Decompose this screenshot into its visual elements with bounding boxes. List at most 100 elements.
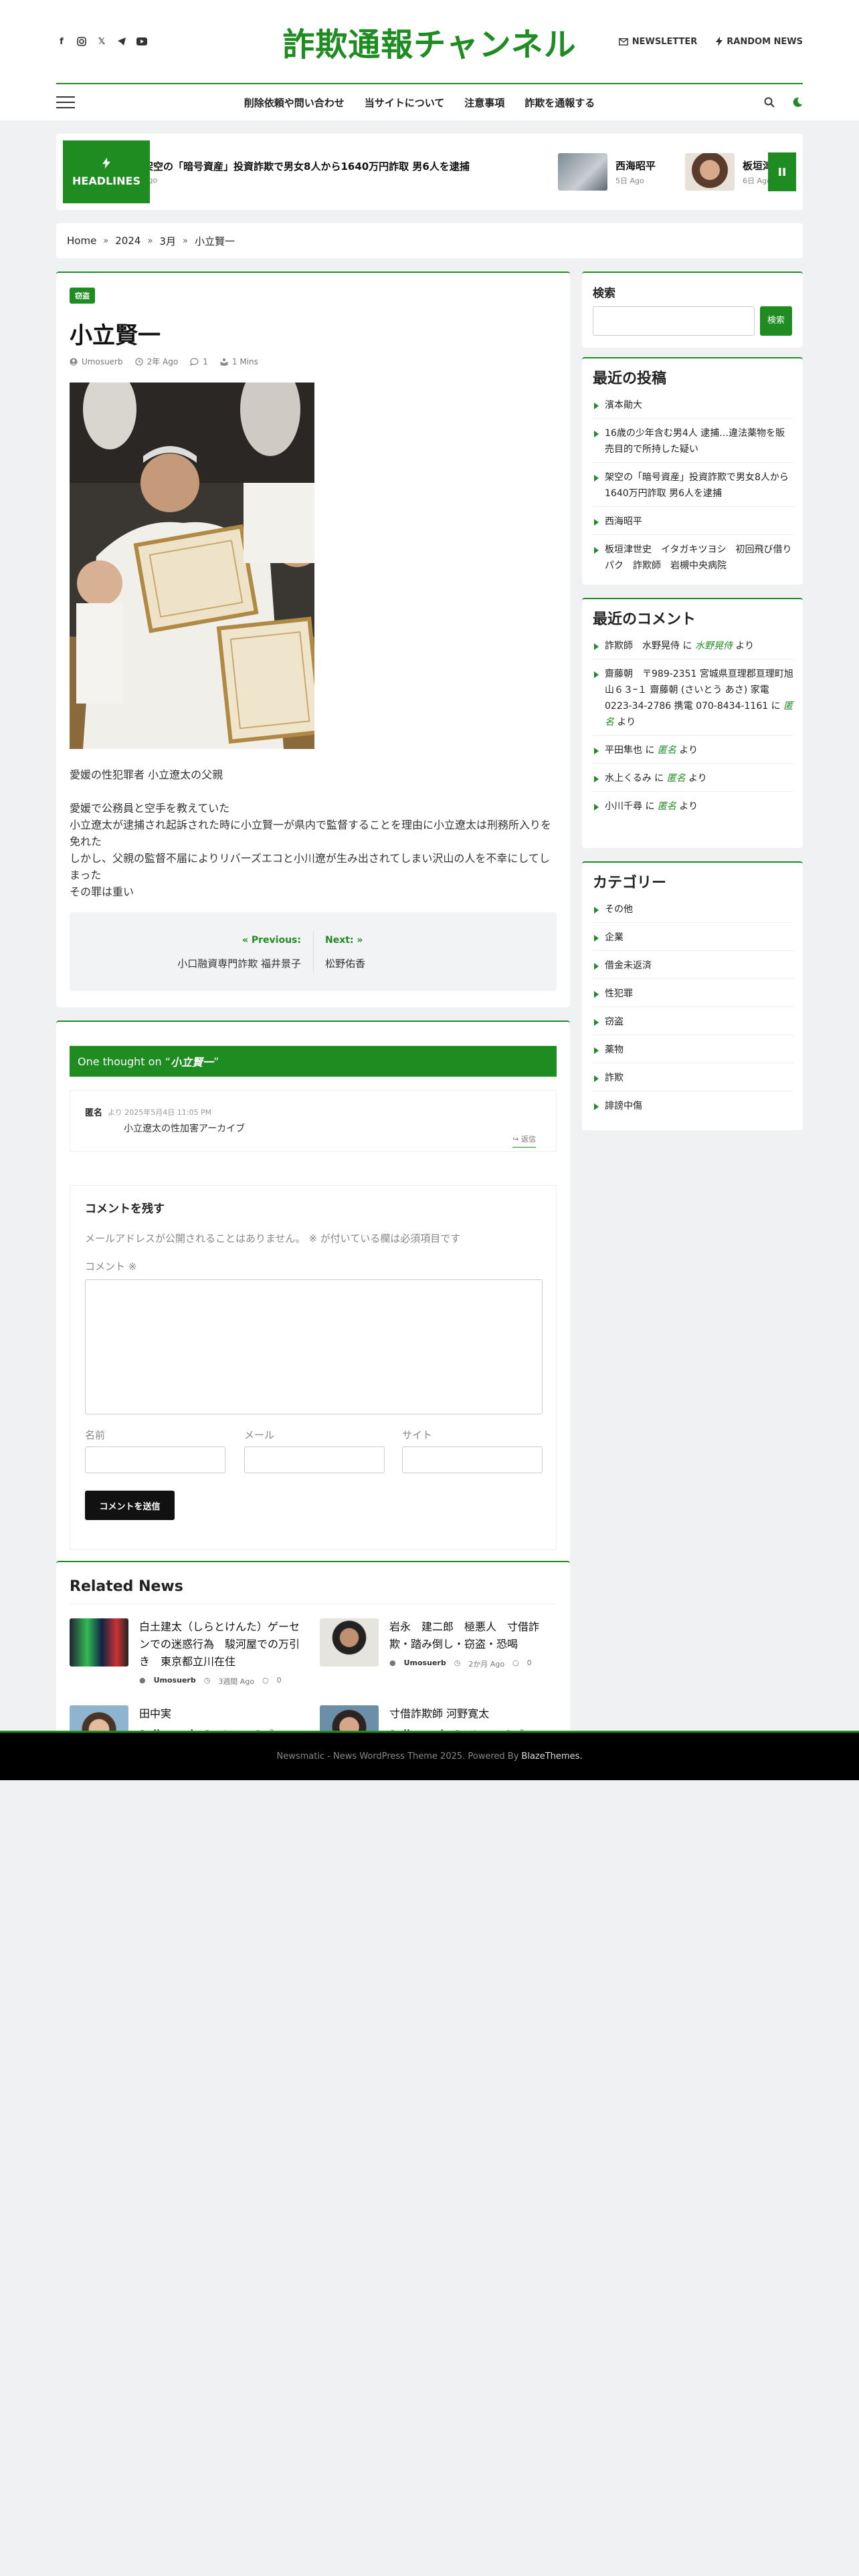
recent-post-link[interactable]: 架空の「暗号資産」投資詐欺で男女8人から1640万円詐取 男6人を逮捕: [593, 469, 793, 507]
next-post-title[interactable]: 松野佑香: [325, 956, 365, 970]
related-item-title[interactable]: 岩永 建二郎 極悪人 寸借詐欺・踏み倒し・窃盗・恐喝: [389, 1618, 557, 1653]
related-item[interactable]: 岩永 建二郎 極悪人 寸借詐欺・踏み倒し・窃盗・恐喝 ● Umosuerb ◷ 2か月…: [320, 1618, 557, 1669]
recent-post-link[interactable]: 板垣津世史 イタガキツヨシ 初回飛び借りパク 詐欺師 岩槻中央病院: [593, 542, 793, 578]
email-label: メール: [244, 1429, 275, 1441]
recent-post-link[interactable]: 16歳の少年含む男4人 逮捕…違法薬物を販売目的で所持した疑い: [593, 425, 793, 463]
hamburger-menu-icon[interactable]: [56, 96, 75, 108]
footer-brand-link[interactable]: BlazeThemes.: [521, 1751, 582, 1761]
menu-item-contact[interactable]: 削除依頼や問い合わせ: [244, 96, 345, 110]
ticker-item-title[interactable]: 西海昭平: [615, 158, 656, 173]
site-title[interactable]: 詐欺通報チャンネル: [282, 18, 577, 65]
recent-comment-post[interactable]: 齋藤朝 〒989-2351 宮城県亘理郡亘理町旭山６３ｰ１ 齋藤朝 (さいとう …: [605, 669, 793, 712]
related-item-title[interactable]: 田中実: [139, 1705, 306, 1723]
recent-comment-suffix: より: [676, 801, 698, 812]
dark-mode-moon-icon[interactable]: [792, 97, 803, 108]
ticker-item-thumbnail[interactable]: [558, 153, 607, 191]
breadcrumb-month[interactable]: 3月: [159, 234, 176, 248]
post-comment-count-text[interactable]: 1: [203, 357, 208, 366]
instagram-icon[interactable]: [76, 36, 87, 47]
comment-textarea[interactable]: [85, 1279, 543, 1414]
previous-post-title[interactable]: 小口融資専門詐欺 福井景子: [177, 956, 301, 970]
recent-comment-post[interactable]: 小川千尋 に: [605, 801, 658, 812]
category-link[interactable]: 借金未返済: [593, 958, 793, 979]
recent-comment-author[interactable]: 匿名: [658, 745, 676, 756]
recent-post-link[interactable]: 西海昭平: [593, 514, 793, 535]
comment-reply-button[interactable]: ↪ 返信: [512, 1134, 536, 1148]
x-twitter-icon[interactable]: 𝕏: [96, 36, 107, 47]
post-author[interactable]: Umosuerb: [70, 357, 123, 366]
newsletter-link[interactable]: NEWSLETTER: [618, 37, 697, 47]
recent-comment-post[interactable]: 水上くるみ に: [605, 773, 667, 784]
category-link[interactable]: 性犯罪: [593, 986, 793, 1007]
search-icon[interactable]: [764, 97, 775, 108]
post-comment-count[interactable]: 1: [190, 357, 208, 366]
sidebar-search-input[interactable]: [593, 306, 755, 336]
recent-comment-suffix: より: [732, 641, 755, 651]
ticker-item-time: Ago: [150, 176, 158, 185]
breadcrumb-year[interactable]: 2024: [115, 235, 140, 247]
category-link[interactable]: その他: [593, 901, 793, 923]
email-input[interactable]: [244, 1446, 385, 1473]
ticker-pause-button[interactable]: [768, 152, 796, 191]
related-thumbnail[interactable]: [320, 1618, 379, 1667]
recent-post-link[interactable]: 濱本勛大: [593, 397, 793, 419]
category-badge[interactable]: 窃盗: [70, 288, 95, 304]
breadcrumb-home[interactable]: Home: [67, 235, 96, 247]
telegram-icon[interactable]: [116, 36, 127, 47]
recent-comment-author[interactable]: 匿名: [667, 773, 686, 784]
related-item-comments: 0: [527, 1658, 532, 1667]
ticker-item-title[interactable]: 板垣津世史 イ: [743, 158, 768, 173]
name-label: 名前: [85, 1429, 106, 1441]
envelope-icon: [618, 37, 628, 45]
next-post-link[interactable]: Next: » 松野佑香: [325, 935, 365, 970]
site-input[interactable]: [402, 1446, 543, 1473]
ticker-item[interactable]: 板垣津世史 イ 6日 Ago: [685, 148, 768, 195]
menu-item-notes[interactable]: 注意事項: [464, 96, 504, 110]
sidebar-search-widget: 検索 検索: [582, 272, 803, 348]
submit-comment-button[interactable]: コメントを送信: [85, 1491, 175, 1520]
ticker-item-thumbnail[interactable]: [685, 153, 735, 191]
previous-post-link[interactable]: « Previous: 小口融資専門詐欺 福井景子: [177, 935, 301, 970]
related-item-title[interactable]: 白土建太（しらとけんた）ゲーセンでの迷惑行為 駿河屋での万引き 東京都立川在住: [139, 1618, 306, 1671]
recent-comment-suffix: より: [614, 717, 636, 728]
recent-comments-title: 最近のコメント: [593, 611, 696, 628]
facebook-icon[interactable]: f: [56, 36, 67, 47]
ticker-item[interactable]: 西海昭平 5日 Ago: [558, 148, 656, 195]
post-author-name[interactable]: Umosuerb: [82, 357, 123, 366]
related-item-comments: 0: [276, 1676, 282, 1685]
related-item-title[interactable]: 寸借詐欺師 河野寛太: [389, 1705, 557, 1723]
related-thumbnail[interactable]: [70, 1618, 128, 1667]
sidebar-search-button[interactable]: 検索: [760, 306, 792, 336]
recent-comment-item: 水上くるみ に 匿名 より: [593, 770, 793, 792]
post-date: 2年 Ago: [134, 356, 178, 367]
headlines-label: HEADLINES: [63, 140, 150, 203]
recent-comment-author[interactable]: 匿名: [658, 801, 676, 812]
related-item[interactable]: 白土建太（しらとけんた）ゲーセンでの迷惑行為 駿河屋での万引き 東京都立川在住 …: [70, 1618, 306, 1687]
category-link[interactable]: 窃盗: [593, 1014, 793, 1035]
category-link[interactable]: 薬物: [593, 1042, 793, 1063]
comment-icon: [190, 357, 199, 366]
comment-date[interactable]: より 2025年5月4日 11:05 PM: [108, 1107, 211, 1117]
menu-item-about[interactable]: 当サイトについて: [365, 96, 445, 110]
comments-heading-prefix: One thought on “: [78, 1055, 171, 1068]
breadcrumb-separator-icon: »: [182, 235, 188, 246]
related-item-author[interactable]: Umosuerb: [404, 1658, 446, 1669]
random-news-link[interactable]: RANDOM NEWS: [716, 37, 803, 47]
recent-comment-author[interactable]: 水野晃侍: [695, 641, 733, 651]
ticker-item-title[interactable]: 架空の「暗号資産」投資詐欺で男女8人から1640万円詐取 男6人を逮捕: [150, 159, 470, 173]
youtube-icon[interactable]: [136, 36, 147, 47]
ticker-item[interactable]: 架空の「暗号資産」投資詐欺で男女8人から1640万円詐取 男6人を逮捕 Ago: [150, 148, 470, 195]
post-title: 小立賢一: [70, 322, 161, 349]
double-chevron-right-icon: »: [357, 935, 363, 946]
recent-posts-title: 最近の投稿: [593, 370, 667, 387]
recent-comment-post[interactable]: 詐欺師 水野晃侍 に: [605, 641, 695, 651]
article: 窃盗 小立賢一 Umosuerb 2年 Ago 1 1 Mins 愛媛の性犯罪者…: [56, 272, 570, 1007]
name-input[interactable]: [85, 1446, 225, 1473]
category-link[interactable]: 誹謗中傷: [593, 1098, 793, 1119]
category-link[interactable]: 詐欺: [593, 1070, 793, 1091]
recent-comment-post[interactable]: 平田隼也 に: [605, 745, 658, 756]
menu-item-report[interactable]: 詐欺を通報する: [524, 96, 595, 110]
category-link[interactable]: 企業: [593, 930, 793, 951]
post-paragraph: 愛媛で公務員と空手を教えていた: [70, 802, 230, 815]
related-item-author[interactable]: Umosuerb: [154, 1676, 196, 1687]
